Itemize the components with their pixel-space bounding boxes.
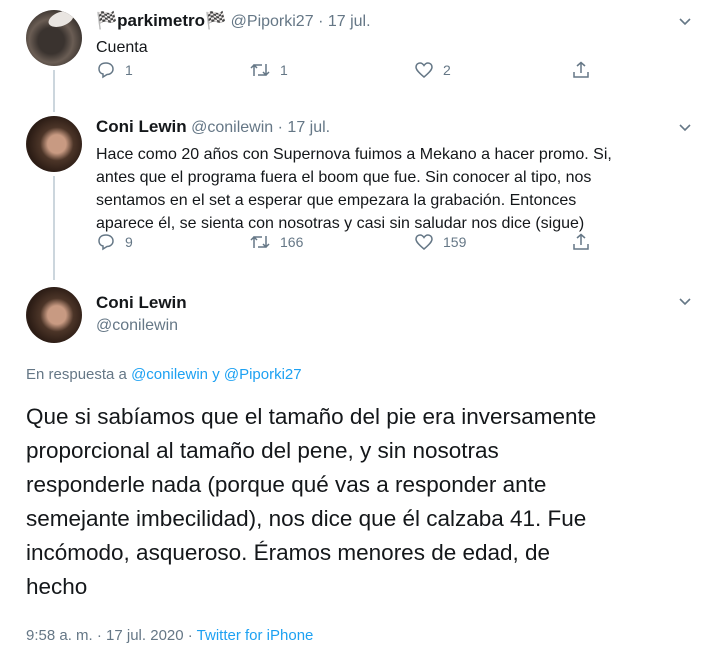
author-name[interactable]: 🏁parkimetro🏁 xyxy=(96,11,226,30)
tweet-source-link[interactable]: Twitter for iPhone xyxy=(197,627,314,644)
like-button[interactable]: 2 xyxy=(414,61,451,79)
text-line: proporcional al tamaño del pene, y sin n… xyxy=(26,438,499,463)
reply-count: 9 xyxy=(125,234,133,250)
text-line: semejante imbecilidad), nos dice que él … xyxy=(26,506,587,531)
tweet-meta: 9:58 a. m. · 17 jul. 2020 · Twitter for … xyxy=(26,627,313,644)
chevron-down-icon[interactable] xyxy=(676,12,694,30)
tweet-timestamp[interactable]: 9:58 a. m. · 17 jul. 2020 · xyxy=(26,627,193,644)
text-line: Que si sabíamos que el tamaño del pie er… xyxy=(26,404,597,429)
reply-user-link[interactable]: @Piporki27 xyxy=(224,366,302,383)
chevron-down-icon[interactable] xyxy=(676,292,694,310)
text-line: hecho xyxy=(26,574,88,599)
author-name[interactable]: Coni Lewin xyxy=(96,293,187,313)
reply-and: y xyxy=(212,366,220,383)
retweet-count: 166 xyxy=(280,234,304,250)
reply-button[interactable]: 9 xyxy=(96,233,133,251)
retweet-icon xyxy=(250,63,270,77)
reply-button[interactable]: 1 xyxy=(96,61,133,79)
like-icon xyxy=(415,62,433,78)
reply-icon xyxy=(98,62,114,79)
thread-line xyxy=(53,70,55,112)
text-line: incómodo, asqueroso. Éramos menores de e… xyxy=(26,540,551,565)
thread-line xyxy=(53,176,55,280)
author-handle[interactable]: @conilewin xyxy=(191,119,273,136)
avatar[interactable] xyxy=(26,116,82,172)
author-handle[interactable]: @Piporki27 xyxy=(231,13,314,30)
tweet-date[interactable]: · 17 jul. xyxy=(318,13,370,30)
like-count: 159 xyxy=(443,234,467,250)
text-line: sentamos en el set a esperar que empezar… xyxy=(96,192,577,209)
tweet-date[interactable]: · 17 jul. xyxy=(278,119,330,136)
avatar[interactable] xyxy=(26,287,82,343)
text-line: responderle nada (porque qué vas a respo… xyxy=(26,472,547,497)
reply-user-link[interactable]: @conilewin xyxy=(131,366,208,383)
chevron-down-icon[interactable] xyxy=(676,118,694,136)
reply-icon xyxy=(98,234,114,251)
text-line: antes que el programa fuera el boom que … xyxy=(96,169,592,186)
retweet-button[interactable]: 166 xyxy=(249,233,303,251)
retweet-icon xyxy=(250,235,270,249)
share-button[interactable] xyxy=(571,233,591,251)
text-line: Hace como 20 años con Supernova fuimos a… xyxy=(96,146,612,163)
reply-prefix: En respuesta a xyxy=(26,366,127,383)
like-count: 2 xyxy=(443,62,451,78)
reply-context: En respuesta a @conilewin y @Piporki27 xyxy=(26,366,302,383)
like-icon xyxy=(415,234,433,250)
avatar[interactable] xyxy=(26,10,82,66)
retweet-count: 1 xyxy=(280,62,288,78)
share-icon xyxy=(573,61,589,78)
author-name[interactable]: Coni Lewin xyxy=(96,117,187,136)
tweet-text: Cuenta xyxy=(96,39,148,56)
tweet-text: Que si sabíamos que el tamaño del pie er… xyxy=(26,400,716,604)
share-button[interactable] xyxy=(571,61,591,79)
retweet-button[interactable]: 1 xyxy=(249,61,288,79)
text-line: aparece él, se sienta con nosotras y cas… xyxy=(96,215,585,232)
author-handle[interactable]: @conilewin xyxy=(96,317,178,335)
tweet-text: Hace como 20 años con Supernova fuimos a… xyxy=(96,143,696,235)
like-button[interactable]: 159 xyxy=(414,233,466,251)
share-icon xyxy=(573,233,589,250)
reply-count: 1 xyxy=(125,62,133,78)
